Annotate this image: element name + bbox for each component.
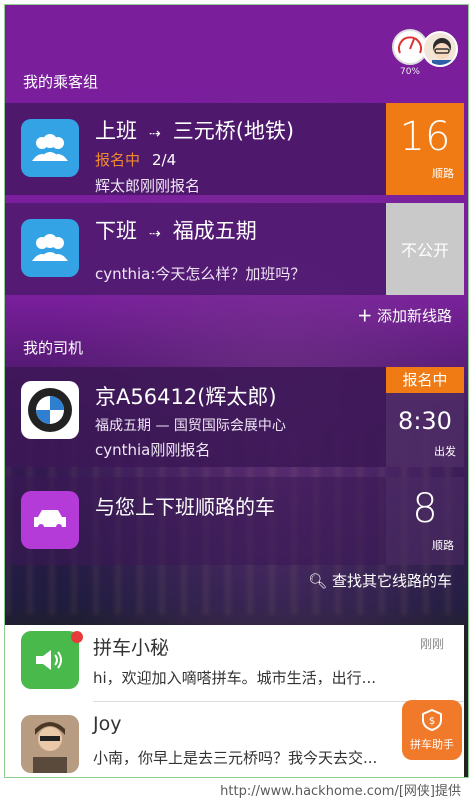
status-tag: 报名中 [386,367,464,393]
route-card-commute-home[interactable]: 下班 ⇢ 福成五期 cynthia:今天怎么样？加班吗？ 不公开 [5,203,464,295]
message-preview: hi，欢迎加入嘀嗒拼车。城市生活，出行... [93,669,376,687]
app-screen: 70% 我的乘客组 上班 ⇢ 三元桥(地铁) 报名中 2/4 辉太郎刚刚报名 16 [4,4,469,778]
add-route-label: 添加新线路 [376,307,452,325]
matching-cars-card[interactable]: 与您上下班顺路的车 8 顺路 [5,477,464,565]
find-other-routes-label: 查找其它线路的车 [331,572,452,590]
matching-cars-badge[interactable]: 8 顺路 [386,477,464,565]
car-icon [21,491,79,549]
route-card-commute-to-work[interactable]: 上班 ⇢ 三元桥(地铁) 报名中 2/4 辉太郎刚刚报名 16 顺路 [5,103,464,195]
route-status: 报名中 [95,151,141,169]
find-other-routes-button[interactable]: 🔍︎ 查找其它线路的车 [308,570,452,591]
speaker-icon [21,631,79,689]
section-drivers: 我的司机 [23,339,84,357]
svg-text:$: $ [429,716,435,727]
plus-icon: ＋ [357,307,373,325]
arrow-icon: ⇢ [149,226,161,242]
private-label: 不公开 [400,241,449,260]
group-icon [21,119,79,177]
departure-time: 8:30 [398,407,452,435]
message-list: 拼车小秘 hi，欢迎加入嘀嗒拼车。城市生活，出行... 刚刚 Joy 小南，你早… [5,625,464,777]
driver-note: cynthia刚刚报名 [95,441,211,459]
route-count: 2/4 [152,151,177,169]
driver-route: 福成五期 — 国贸国际会展中心 [95,418,286,434]
user-avatar[interactable] [422,31,458,67]
matching-cars-label: 与您上下班顺路的车 [95,495,275,519]
match-count-badge[interactable]: 16 顺路 [386,103,464,195]
route-title: 下班 ⇢ 福成五期 [95,215,257,245]
driver-card[interactable]: 京A56412(辉太郎) 福成五期 — 国贸国际会展中心 cynthia刚刚报名… [5,367,464,467]
message-item[interactable]: 拼车小秘 hi，欢迎加入嘀嗒拼车。城市生活，出行... 刚刚 [5,625,464,705]
group-icon [21,219,79,277]
match-count: 16 [399,114,451,160]
add-route-button[interactable]: ＋ 添加新线路 [357,305,452,326]
route-from: 上班 [95,119,137,143]
section-passenger-group: 我的乘客组 [23,73,99,91]
message-item[interactable]: Joy 小南，你早上是去三元桥吗？我今天去交... [5,705,464,777]
route-status-line: 报名中 2/4 [95,149,176,170]
arrow-icon: ⇢ [149,126,161,142]
footer-credit: http://www.hackhome.com/[网侠]提供 [220,784,461,799]
route-to: 三元桥(地铁) [172,119,295,143]
message-preview: 小南，你早上是去三元桥吗？我今天去交... [93,749,378,767]
driver-plate: 京A56412(辉太郎) [95,385,277,409]
carpool-helper-label: 拼车助手 [410,738,454,751]
search-icon: 🔍︎ [308,572,328,590]
contact-avatar [21,715,79,773]
matching-cars-count-label: 顺路 [432,539,454,552]
unread-dot [71,631,83,643]
match-count-label: 顺路 [432,167,454,180]
message-sender: 拼车小秘 [93,637,170,659]
route-from: 下班 [95,219,137,243]
matching-cars-count: 8 [412,486,438,532]
departure-label: 出发 [434,445,456,458]
carpool-helper-button[interactable]: $ 拼车助手 [402,700,462,760]
route-to: 福成五期 [172,219,257,243]
message-sender: Joy [93,713,122,735]
shield-icon: $ [422,708,442,732]
route-note: 辉太郎刚刚报名 [95,177,201,195]
route-title: 上班 ⇢ 三元桥(地铁) [95,115,294,145]
gauge-percent: 70% [399,67,420,77]
private-badge[interactable]: 不公开 [386,203,464,295]
route-note: cynthia:今天怎么样？加班吗？ [95,265,306,283]
bmw-logo-icon [21,381,79,439]
departure-box[interactable]: 报名中 8:30 出发 [386,367,464,467]
message-time: 刚刚 [419,637,444,651]
